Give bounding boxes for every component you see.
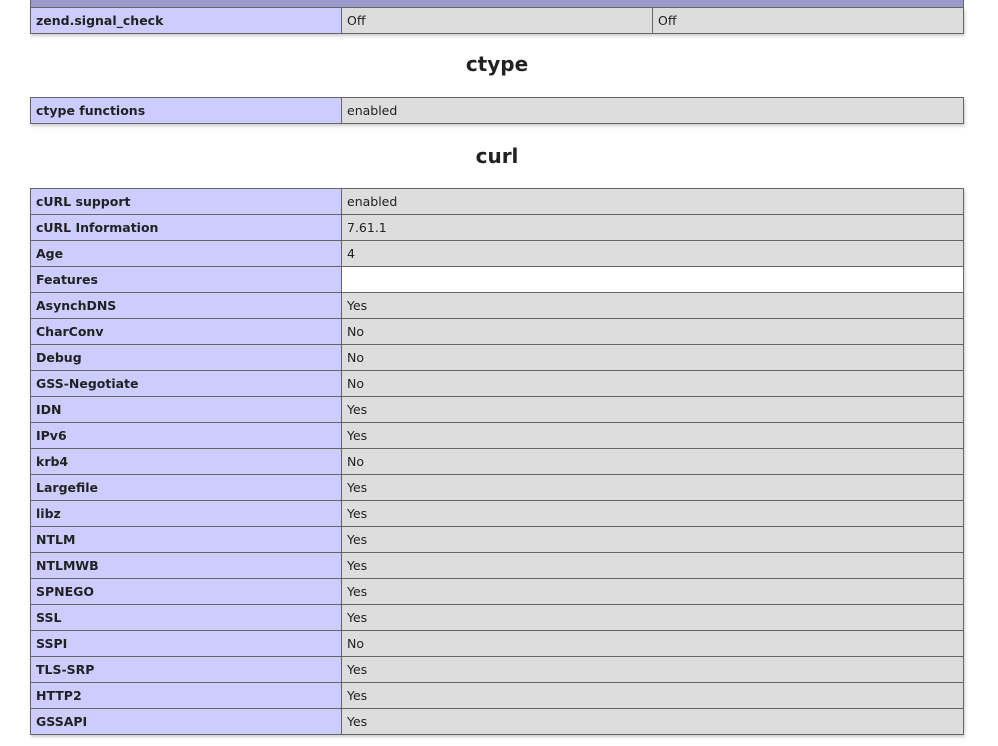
table-row: Features: [30, 266, 964, 293]
table-row: HTTP2 Yes: [30, 682, 964, 709]
zend-settings-table: zend.signal_check Off Off: [30, 7, 964, 34]
setting-value: No: [341, 448, 964, 475]
setting-value: Yes: [341, 292, 964, 319]
setting-name: Debug: [30, 344, 342, 371]
table-row: Largefile Yes: [30, 474, 964, 501]
curl-table: cURL support enabled cURL Information 7.…: [30, 188, 964, 735]
setting-name: cURL support: [30, 188, 342, 215]
setting-value: Yes: [341, 422, 964, 449]
table-row: TLS-SRP Yes: [30, 656, 964, 683]
setting-name: ctype functions: [30, 97, 342, 124]
setting-name: HTTP2: [30, 682, 342, 709]
setting-name: zend.signal_check: [30, 7, 342, 34]
table-row: GSSAPI Yes: [30, 708, 964, 735]
table-row: zend.signal_check Off Off: [30, 7, 964, 34]
section-title-ctype: ctype: [465, 52, 529, 76]
ctype-table: ctype functions enabled: [30, 97, 964, 124]
setting-value: No: [341, 318, 964, 345]
table-row: CharConv No: [30, 318, 964, 345]
table-row: IPv6 Yes: [30, 422, 964, 449]
table-row: NTLMWB Yes: [30, 552, 964, 579]
table-row: cURL support enabled: [30, 188, 964, 215]
table-row: ctype functions enabled: [30, 97, 964, 124]
table-row: SSPI No: [30, 630, 964, 657]
table-row: NTLM Yes: [30, 526, 964, 553]
table-row: Debug No: [30, 344, 964, 371]
setting-name: Largefile: [30, 474, 342, 501]
setting-value: No: [341, 344, 964, 371]
phpinfo-page: zend.signal_check Off Off ctype ctype fu…: [0, 0, 998, 746]
setting-name: CharConv: [30, 318, 342, 345]
setting-name: NTLM: [30, 526, 342, 553]
local-value: Off: [341, 7, 653, 34]
setting-name: cURL Information: [30, 214, 342, 241]
setting-name: libz: [30, 500, 342, 527]
setting-value: Yes: [341, 526, 964, 553]
setting-value: No: [341, 370, 964, 397]
setting-name: Age: [30, 240, 342, 267]
setting-value: No: [341, 630, 964, 657]
setting-name: IPv6: [30, 422, 342, 449]
setting-value: Yes: [341, 396, 964, 423]
setting-name: IDN: [30, 396, 342, 423]
table-row: IDN Yes: [30, 396, 964, 423]
setting-value: Yes: [341, 552, 964, 579]
table-row: libz Yes: [30, 500, 964, 527]
table-row: SSL Yes: [30, 604, 964, 631]
setting-name: TLS-SRP: [30, 656, 342, 683]
setting-name: krb4: [30, 448, 342, 475]
table-row: krb4 No: [30, 448, 964, 475]
table-row: GSS-Negotiate No: [30, 370, 964, 397]
table-row: cURL Information 7.61.1: [30, 214, 964, 241]
setting-value: 7.61.1: [341, 214, 964, 241]
setting-name: AsynchDNS: [30, 292, 342, 319]
setting-value: Yes: [341, 682, 964, 709]
setting-name: GSS-Negotiate: [30, 370, 342, 397]
setting-name: SSPI: [30, 630, 342, 657]
setting-name: Features: [30, 266, 342, 293]
setting-name: GSSAPI: [30, 708, 342, 735]
setting-name: SPNEGO: [30, 578, 342, 605]
setting-value: 4: [341, 240, 964, 267]
setting-name: NTLMWB: [30, 552, 342, 579]
table-row: AsynchDNS Yes: [30, 292, 964, 319]
setting-value: [341, 266, 964, 293]
section-title-curl: curl: [475, 144, 519, 168]
setting-value: Yes: [341, 708, 964, 735]
table-row: Age 4: [30, 240, 964, 267]
master-value: Off: [652, 7, 964, 34]
setting-value: Yes: [341, 500, 964, 527]
setting-value: Yes: [341, 474, 964, 501]
table-row: SPNEGO Yes: [30, 578, 964, 605]
setting-value: Yes: [341, 578, 964, 605]
setting-value: Yes: [341, 604, 964, 631]
setting-value: enabled: [341, 188, 964, 215]
setting-name: SSL: [30, 604, 342, 631]
setting-value: Yes: [341, 656, 964, 683]
setting-value: enabled: [341, 97, 964, 124]
